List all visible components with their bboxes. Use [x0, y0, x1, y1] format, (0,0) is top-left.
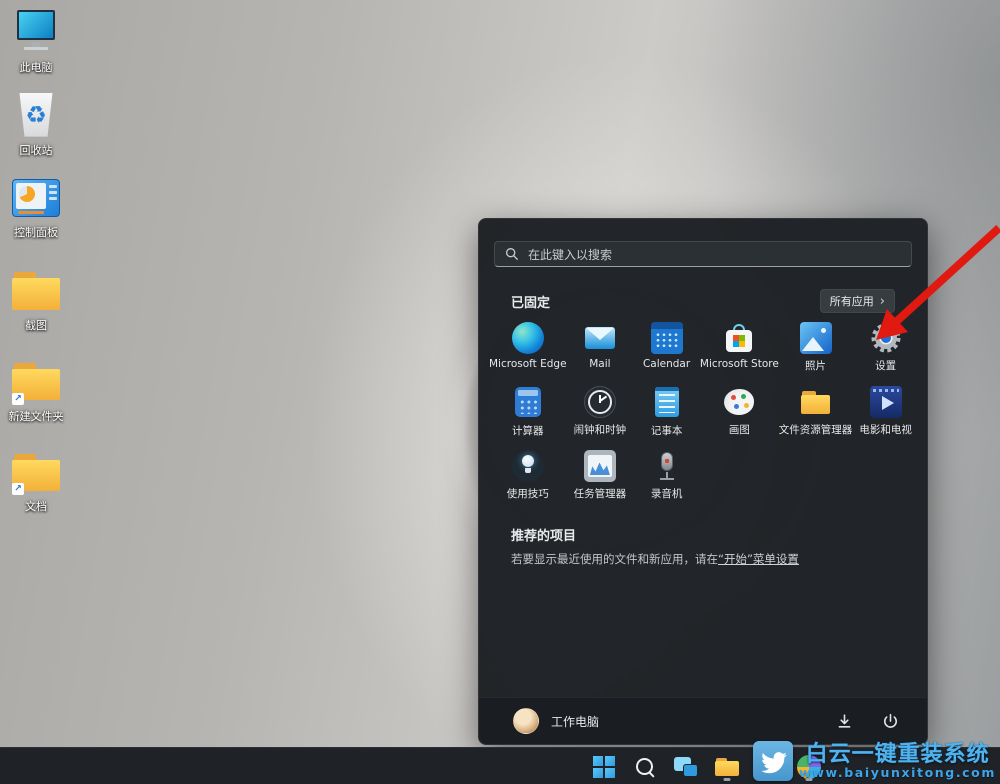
- power-button[interactable]: [879, 710, 901, 732]
- user-name: 工作电脑: [551, 713, 599, 730]
- pinned-app-calculator[interactable]: 计算器: [489, 383, 567, 445]
- pinned-apps-grid: Microsoft Edge Mail Calendar Microsoft S…: [489, 319, 919, 509]
- shortcut-arrow-icon: ↗: [12, 483, 24, 495]
- recycle-bin-icon: ♻: [10, 89, 62, 141]
- desktop-icon-label: 回收站: [4, 145, 68, 158]
- start-button[interactable]: [588, 752, 620, 782]
- paint-icon: [723, 386, 755, 418]
- search-input[interactable]: 在此键入以搜索: [494, 241, 912, 267]
- shortcut-arrow-icon: ↗: [12, 393, 24, 405]
- pinned-app-calendar[interactable]: Calendar: [633, 319, 700, 381]
- pinned-app-settings[interactable]: 设置: [852, 319, 919, 381]
- movies-tv-icon: [870, 386, 902, 418]
- watermark: 白云一键重装系统 www.baiyunxitong.com: [751, 739, 1000, 784]
- pinned-app-task-manager[interactable]: 任务管理器: [567, 447, 634, 509]
- desktop-wallpaper: 此电脑 ♻ 回收站 控制面板 截图 ↗ 新建文件夹 ↗ 文档: [0, 0, 1000, 784]
- watermark-brand: 白云一键重装系统: [806, 743, 990, 766]
- recommended-hint: 若要显示最近使用的文件和新应用，请在“开始”菜单设置: [511, 551, 799, 567]
- start-menu: 在此键入以搜索 已固定 所有应用 › Microsoft Edge Mail C…: [478, 218, 928, 745]
- file-explorer-icon: [714, 754, 740, 780]
- task-view-button[interactable]: [670, 752, 702, 782]
- search-placeholder: 在此键入以搜索: [528, 246, 612, 263]
- chevron-right-icon: ›: [880, 295, 885, 308]
- pinned-app-file-explorer[interactable]: 文件资源管理器: [779, 383, 853, 445]
- settings-gear-icon: [870, 322, 902, 354]
- all-apps-button[interactable]: 所有应用 ›: [820, 289, 895, 313]
- start-settings-link[interactable]: “开始”菜单设置: [718, 552, 799, 566]
- taskbar-search-button[interactable]: [629, 752, 661, 782]
- search-icon: [505, 247, 519, 261]
- all-apps-label: 所有应用: [830, 293, 874, 309]
- notepad-icon: [655, 387, 679, 417]
- photos-icon: [800, 322, 832, 354]
- pinned-app-notepad[interactable]: 记事本: [633, 383, 700, 445]
- user-account-button[interactable]: 工作电脑: [513, 708, 599, 734]
- desktop-icon-label: 新建文件夹: [4, 411, 68, 424]
- desktop-icon-control-panel[interactable]: 控制面板: [4, 171, 68, 240]
- calculator-icon: [515, 387, 541, 417]
- desktop-icon-folder-3[interactable]: ↗ 文档: [4, 445, 68, 514]
- control-panel-icon: [10, 171, 62, 223]
- desktop-icon-label: 截图: [4, 320, 68, 333]
- pinned-app-mail[interactable]: Mail: [567, 319, 634, 381]
- edge-icon: [512, 322, 544, 354]
- watermark-url: www.baiyunxitong.com: [799, 766, 996, 779]
- taskbar-file-explorer-button[interactable]: [711, 752, 743, 782]
- pinned-app-microsoft-store[interactable]: Microsoft Store: [700, 319, 779, 381]
- download-icon: [836, 713, 853, 730]
- task-manager-icon: [584, 450, 616, 482]
- pinned-app-microsoft-edge[interactable]: Microsoft Edge: [489, 319, 567, 381]
- this-pc-icon: [10, 6, 62, 58]
- file-explorer-icon: [800, 386, 832, 418]
- folder-icon: [10, 264, 62, 316]
- calendar-icon: [651, 322, 683, 354]
- mail-icon: [584, 322, 616, 354]
- desktop-icon-recycle-bin[interactable]: ♻ 回收站: [4, 89, 68, 158]
- folder-shortcut-icon: ↗: [10, 355, 62, 407]
- pinned-app-alarms-clock[interactable]: 闹钟和时钟: [567, 383, 634, 445]
- desktop-icon-label: 此电脑: [4, 62, 68, 75]
- recommended-title: 推荐的项目: [511, 525, 576, 544]
- pinned-app-movies-tv[interactable]: 电影和电视: [852, 383, 919, 445]
- desktop-icon-label: 文档: [4, 501, 68, 514]
- desktop-icon-folder-1[interactable]: 截图: [4, 264, 68, 333]
- download-updates-button[interactable]: [833, 710, 855, 732]
- pinned-title: 已固定: [511, 292, 550, 311]
- twitter-bird-icon: [753, 741, 793, 781]
- clock-icon: [584, 386, 616, 418]
- start-menu-footer: 工作电脑: [479, 697, 927, 744]
- search-icon: [634, 756, 656, 778]
- desktop-icon-folder-2[interactable]: ↗ 新建文件夹: [4, 355, 68, 424]
- desktop-icon-this-pc[interactable]: 此电脑: [4, 6, 68, 75]
- pinned-app-paint[interactable]: 画图: [700, 383, 779, 445]
- pinned-app-photos[interactable]: 照片: [779, 319, 853, 381]
- windows-logo-icon: [593, 756, 615, 778]
- desktop-icon-label: 控制面板: [4, 227, 68, 240]
- pinned-app-voice-recorder[interactable]: 录音机: [633, 447, 700, 509]
- task-view-icon: [674, 757, 698, 777]
- tips-icon: [512, 450, 544, 482]
- avatar: [513, 708, 539, 734]
- power-icon: [882, 713, 899, 730]
- desktop-icon-list: 此电脑 ♻ 回收站 控制面板 截图 ↗ 新建文件夹 ↗ 文档: [4, 6, 68, 528]
- store-icon: [723, 322, 755, 354]
- folder-shortcut-icon: ↗: [10, 445, 62, 497]
- pinned-section-header: 已固定 所有应用 ›: [511, 291, 895, 311]
- running-indicator: [724, 778, 731, 781]
- voice-recorder-icon: [651, 450, 683, 482]
- pinned-app-tips[interactable]: 使用技巧: [489, 447, 567, 509]
